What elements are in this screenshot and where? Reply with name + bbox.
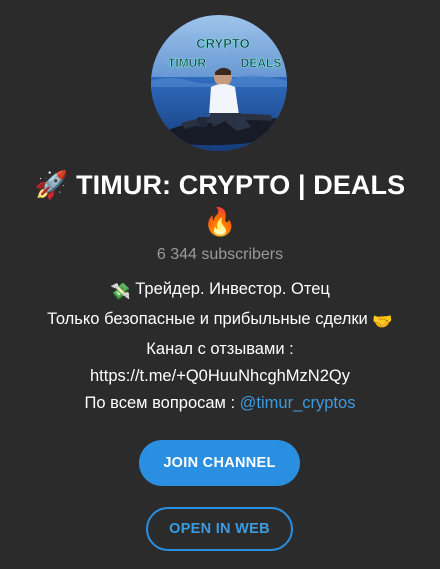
description-line-2-text: Только безопасные и прибыльные сделки <box>47 310 368 328</box>
channel-title: 🚀 TIMUR: CRYPTO | DEALS 🔥 <box>20 167 420 241</box>
description-line-5: По всем вопросам : @timur_cryptos <box>10 390 430 417</box>
description-line-2: Только безопасные и прибыльные сделки 🤝 <box>10 306 430 336</box>
join-channel-button[interactable]: JOIN CHANNEL <box>139 440 300 486</box>
avatar-image: CRYPTO TIMUR DEALS <box>151 15 287 151</box>
avatar-text-right: DEALS <box>241 56 282 70</box>
subscriber-count: 6 344 subscribers <box>156 246 284 263</box>
channel-avatar: CRYPTO TIMUR DEALS <box>151 15 287 151</box>
money-icon: 💸 <box>110 283 131 301</box>
channel-title-text: TIMUR: CRYPTO | DEALS <box>76 170 406 200</box>
handshake-icon: 🤝 <box>372 313 393 331</box>
description-line-3: Канал с отзывами : <box>146 340 294 358</box>
description-line-1-text: Трейдер. Инвестор. Отец <box>135 280 330 298</box>
channel-preview-page: CRYPTO TIMUR DEALS 🚀 TIMUR: CRYPTO | DEA… <box>0 0 440 569</box>
avatar-text-top: CRYPTO <box>196 36 249 51</box>
rocket-icon: 🚀 <box>34 170 69 201</box>
description-line-4: https://t.me/+Q0HuuNhcghMzN2Qy <box>90 367 350 385</box>
description-line-5-text: По всем вопросам : <box>84 394 236 412</box>
contact-username-link[interactable]: @timur_cryptos <box>240 394 356 412</box>
avatar-text-left: TIMUR <box>168 56 206 70</box>
fire-icon: 🔥 <box>203 207 237 238</box>
description-line-1: 💸 Трейдер. Инвестор. Отец <box>10 276 430 306</box>
channel-description: 💸 Трейдер. Инвестор. Отец Только безопас… <box>10 276 430 417</box>
open-in-web-button[interactable]: OPEN IN WEB <box>146 507 293 551</box>
